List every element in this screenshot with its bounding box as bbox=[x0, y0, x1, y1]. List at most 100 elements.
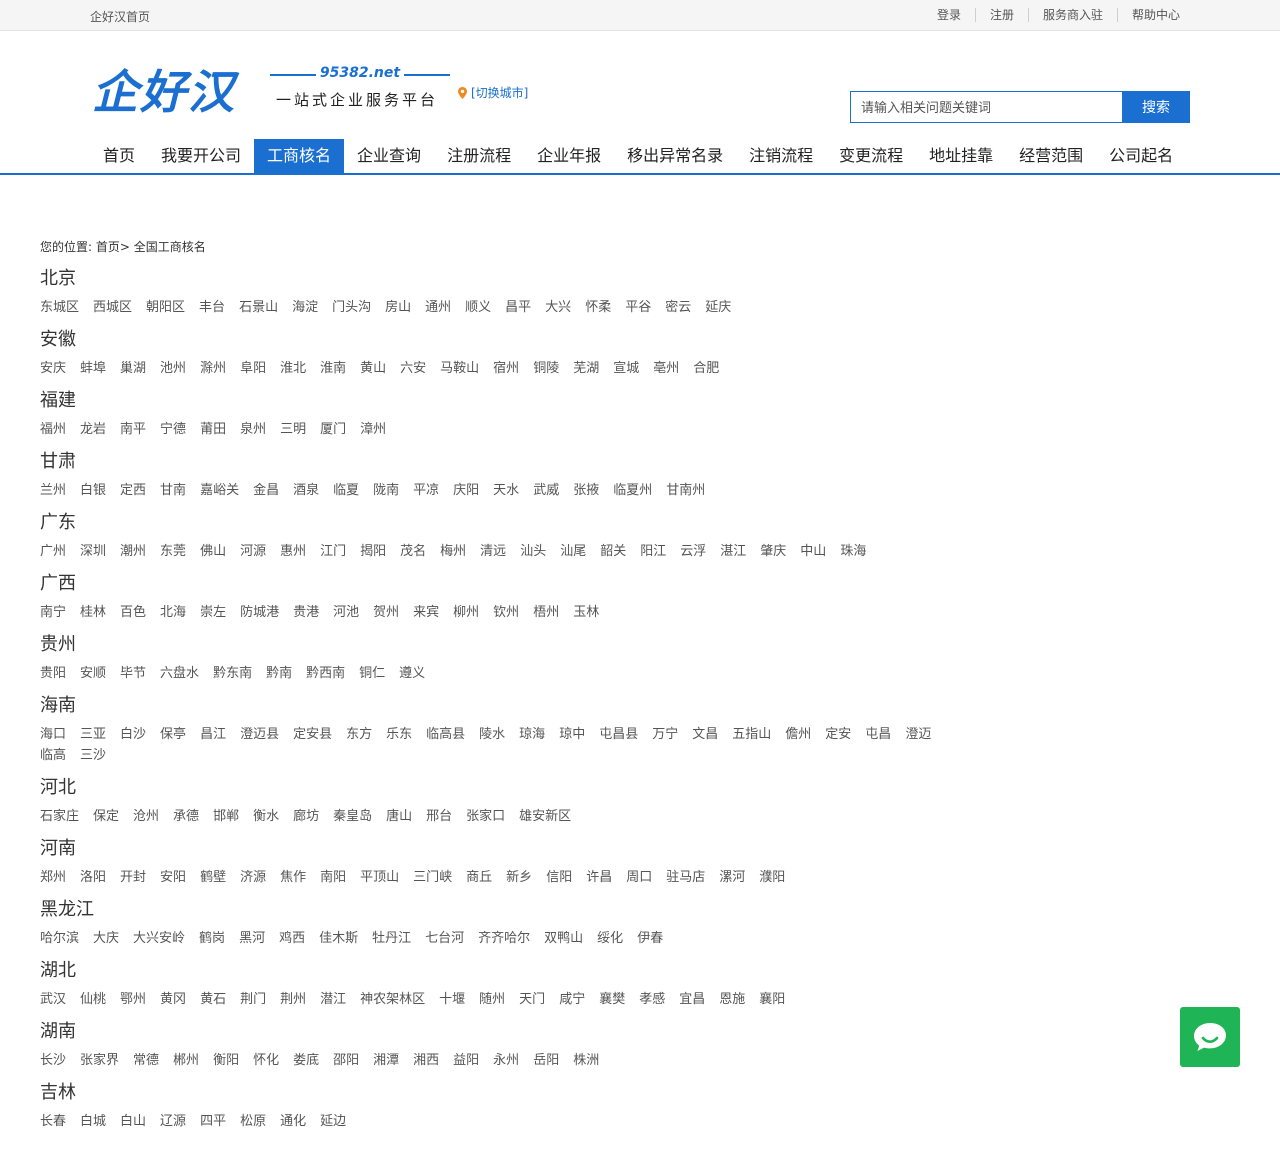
city-link[interactable]: 南平 bbox=[120, 419, 146, 440]
city-link[interactable]: 白山 bbox=[120, 1111, 146, 1132]
city-link[interactable]: 万宁 bbox=[652, 724, 678, 745]
city-link[interactable]: 毕节 bbox=[120, 663, 146, 684]
city-link[interactable]: 黄石 bbox=[200, 989, 226, 1010]
city-link[interactable]: 昌江 bbox=[200, 724, 226, 745]
city-link[interactable]: 云浮 bbox=[680, 541, 706, 562]
city-link[interactable]: 白沙 bbox=[120, 724, 146, 745]
nav-item-home[interactable]: 首页 bbox=[90, 139, 148, 173]
provider-join-link[interactable]: 服务商入驻 bbox=[1027, 8, 1117, 22]
city-link[interactable]: 北海 bbox=[160, 602, 186, 623]
city-link[interactable]: 甘南 bbox=[160, 480, 186, 501]
city-link[interactable]: 百色 bbox=[120, 602, 146, 623]
city-link[interactable]: 邵阳 bbox=[333, 1050, 359, 1071]
city-link[interactable]: 惠州 bbox=[280, 541, 306, 562]
city-link[interactable]: 保定 bbox=[93, 806, 119, 827]
city-link[interactable]: 安阳 bbox=[160, 867, 186, 888]
city-link[interactable]: 贺州 bbox=[373, 602, 399, 623]
city-link[interactable]: 顺义 bbox=[465, 297, 491, 318]
city-link[interactable]: 蚌埠 bbox=[80, 358, 106, 379]
city-link[interactable]: 许昌 bbox=[586, 867, 612, 888]
city-link[interactable]: 三明 bbox=[280, 419, 306, 440]
city-link[interactable]: 七台河 bbox=[425, 928, 464, 949]
nav-item-company-naming[interactable]: 公司起名 bbox=[1096, 139, 1186, 173]
city-link[interactable]: 长沙 bbox=[40, 1050, 66, 1071]
city-link[interactable]: 安庆 bbox=[40, 358, 66, 379]
city-link[interactable]: 汕尾 bbox=[560, 541, 586, 562]
city-link[interactable]: 雄安新区 bbox=[519, 806, 571, 827]
city-link[interactable]: 廊坊 bbox=[293, 806, 319, 827]
city-link[interactable]: 东城区 bbox=[40, 297, 79, 318]
city-link[interactable]: 石家庄 bbox=[40, 806, 79, 827]
city-link[interactable]: 临夏 bbox=[333, 480, 359, 501]
city-link[interactable]: 潜江 bbox=[320, 989, 346, 1010]
city-link[interactable]: 天门 bbox=[519, 989, 545, 1010]
city-link[interactable]: 常德 bbox=[133, 1050, 159, 1071]
city-link[interactable]: 淮北 bbox=[280, 358, 306, 379]
city-link[interactable]: 河源 bbox=[240, 541, 266, 562]
city-link[interactable]: 六安 bbox=[400, 358, 426, 379]
city-link[interactable]: 哈尔滨 bbox=[40, 928, 79, 949]
city-link[interactable]: 五指山 bbox=[732, 724, 771, 745]
city-link[interactable]: 岳阳 bbox=[533, 1050, 559, 1071]
city-link[interactable]: 齐齐哈尔 bbox=[478, 928, 530, 949]
city-link[interactable]: 松原 bbox=[240, 1111, 266, 1132]
city-link[interactable]: 湘潭 bbox=[373, 1050, 399, 1071]
city-link[interactable]: 保亭 bbox=[160, 724, 186, 745]
nav-item-register-process[interactable]: 注册流程 bbox=[434, 139, 524, 173]
city-link[interactable]: 怀柔 bbox=[585, 297, 611, 318]
city-link[interactable]: 阳江 bbox=[640, 541, 666, 562]
nav-item-annual-report[interactable]: 企业年报 bbox=[524, 139, 614, 173]
city-link[interactable]: 东方 bbox=[346, 724, 372, 745]
city-link[interactable]: 张家界 bbox=[80, 1050, 119, 1071]
city-link[interactable]: 濮阳 bbox=[759, 867, 785, 888]
city-link[interactable]: 深圳 bbox=[80, 541, 106, 562]
city-link[interactable]: 琼海 bbox=[519, 724, 545, 745]
city-link[interactable]: 宁德 bbox=[160, 419, 186, 440]
city-link[interactable]: 随州 bbox=[479, 989, 505, 1010]
city-link[interactable]: 淮南 bbox=[320, 358, 346, 379]
city-link[interactable]: 伊春 bbox=[637, 928, 663, 949]
city-link[interactable]: 郴州 bbox=[173, 1050, 199, 1071]
city-link[interactable]: 海淀 bbox=[292, 297, 318, 318]
city-link[interactable]: 昌平 bbox=[505, 297, 531, 318]
city-link[interactable]: 定安县 bbox=[293, 724, 332, 745]
city-link[interactable]: 汕头 bbox=[520, 541, 546, 562]
city-link[interactable]: 安顺 bbox=[80, 663, 106, 684]
city-link[interactable]: 河池 bbox=[333, 602, 359, 623]
city-link[interactable]: 梅州 bbox=[440, 541, 466, 562]
city-link[interactable]: 大庆 bbox=[93, 928, 119, 949]
city-link[interactable]: 宿州 bbox=[493, 358, 519, 379]
city-link[interactable]: 乐东 bbox=[386, 724, 412, 745]
city-link[interactable]: 黑河 bbox=[239, 928, 265, 949]
city-link[interactable]: 亳州 bbox=[653, 358, 679, 379]
city-switch[interactable]: [切换城市] bbox=[458, 84, 528, 101]
city-link[interactable]: 临夏州 bbox=[613, 480, 652, 501]
nav-item-company-query[interactable]: 企业查询 bbox=[344, 139, 434, 173]
city-link[interactable]: 恩施 bbox=[719, 989, 745, 1010]
city-link[interactable]: 白银 bbox=[80, 480, 106, 501]
city-link[interactable]: 铜仁 bbox=[359, 663, 385, 684]
city-link[interactable]: 双鸭山 bbox=[544, 928, 583, 949]
nav-item-abnormal-removal[interactable]: 移出异常名录 bbox=[614, 139, 736, 173]
breadcrumb-home[interactable]: 首页> bbox=[96, 240, 130, 254]
city-link[interactable]: 平顶山 bbox=[360, 867, 399, 888]
city-link[interactable]: 黄山 bbox=[360, 358, 386, 379]
city-link[interactable]: 江门 bbox=[320, 541, 346, 562]
city-link[interactable]: 钦州 bbox=[493, 602, 519, 623]
city-link[interactable]: 丰台 bbox=[199, 297, 225, 318]
city-link[interactable]: 咸宁 bbox=[559, 989, 585, 1010]
city-link[interactable]: 黄冈 bbox=[160, 989, 186, 1010]
city-link[interactable]: 嘉峪关 bbox=[200, 480, 239, 501]
city-link[interactable]: 唐山 bbox=[386, 806, 412, 827]
city-link[interactable]: 屯昌 bbox=[865, 724, 891, 745]
search-button[interactable]: 搜索 bbox=[1122, 91, 1190, 123]
city-link[interactable]: 长春 bbox=[40, 1111, 66, 1132]
city-link[interactable]: 韶关 bbox=[600, 541, 626, 562]
city-link[interactable]: 佛山 bbox=[200, 541, 226, 562]
city-link[interactable]: 茂名 bbox=[400, 541, 426, 562]
city-link[interactable]: 开封 bbox=[120, 867, 146, 888]
city-link[interactable]: 郑州 bbox=[40, 867, 66, 888]
city-link[interactable]: 沧州 bbox=[133, 806, 159, 827]
city-link[interactable]: 门头沟 bbox=[332, 297, 371, 318]
city-link[interactable]: 铜陵 bbox=[533, 358, 559, 379]
